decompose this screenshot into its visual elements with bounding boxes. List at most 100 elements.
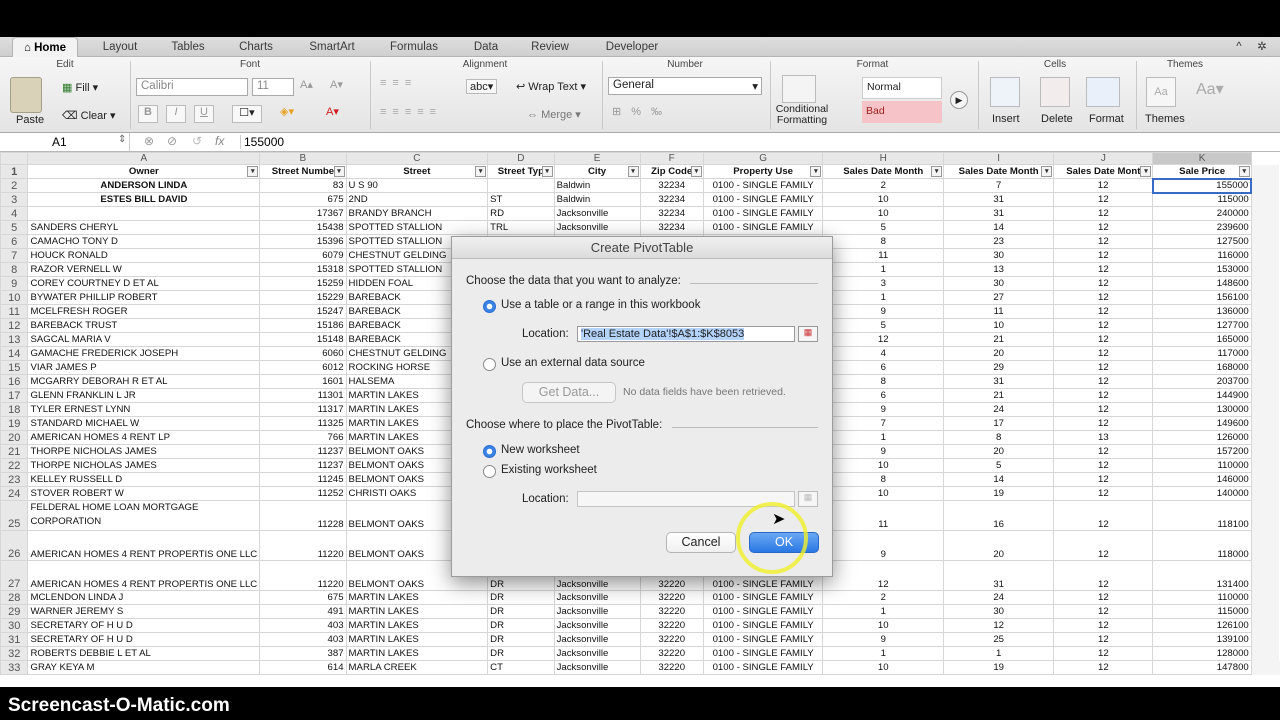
cell-sales-day[interactable]: 30 (943, 604, 1055, 619)
cell-street-type[interactable]: DR (487, 590, 555, 605)
cell-street[interactable]: MARTIN LAKES (345, 590, 489, 605)
play-arrow-icon[interactable]: ▶ (950, 91, 968, 109)
cell-sales-year[interactable]: 12 (1053, 332, 1154, 347)
cell-sales-year[interactable]: 12 (1053, 604, 1154, 619)
row-header[interactable]: 6 (0, 234, 29, 249)
cell-sales-month[interactable]: 2 (822, 590, 945, 605)
cell-sales-year[interactable]: 12 (1053, 530, 1154, 561)
cell-owner[interactable]: GAMACHE FREDERICK JOSEPH (27, 346, 261, 361)
filter-dropdown-icon[interactable]: ▾ (931, 166, 943, 177)
cell-property-use[interactable]: 0100 - SINGLE FAMILY (702, 192, 824, 207)
cell-street[interactable]: MARTIN LAKES (345, 646, 489, 661)
cell-sales-month[interactable]: 8 (822, 374, 945, 389)
cell-sales-day[interactable]: 29 (943, 360, 1055, 375)
cell-street[interactable]: 2ND (345, 192, 489, 207)
cell-owner[interactable] (27, 206, 261, 221)
cell-sales-year[interactable]: 12 (1053, 318, 1154, 333)
confirm-formula-icon[interactable]: ⊘ (167, 134, 177, 148)
cell-sales-day[interactable]: 25 (943, 632, 1055, 647)
cell-street-number[interactable]: 11301 (259, 388, 347, 403)
cell-sales-year[interactable]: 12 (1053, 590, 1154, 605)
cell-sales-day[interactable]: 24 (943, 402, 1055, 417)
row-header[interactable]: 4 (0, 206, 29, 221)
cell-street-number[interactable]: 15229 (259, 290, 347, 305)
row-header[interactable]: 21 (0, 444, 29, 459)
row-header[interactable]: 27 (0, 560, 29, 591)
italic-icon[interactable]: I (166, 105, 186, 123)
column-header[interactable]: H (822, 152, 945, 165)
wrap-text-button[interactable]: ↩ Wrap Text ▾ (516, 80, 586, 93)
cell-owner[interactable]: GLENN FRANKLIN L JR (27, 388, 261, 403)
cell-sale-price[interactable]: 157200 (1152, 444, 1252, 459)
vertical-scrollbar[interactable] (1251, 360, 1280, 375)
cell-owner[interactable]: AMERICAN HOMES 4 RENT PROPERTIS ONE LLC (27, 560, 261, 591)
vertical-scrollbar[interactable] (1251, 590, 1280, 605)
style-bad[interactable]: Bad (862, 101, 942, 123)
cancel-button[interactable]: Cancel (666, 532, 736, 553)
cell-street-type[interactable]: DR (487, 646, 555, 661)
tab-tables[interactable]: Tables (158, 37, 218, 57)
cell-sales-month[interactable]: 9 (822, 444, 945, 459)
cell-street[interactable]: SPOTTED STALLION (345, 220, 489, 235)
bold-icon[interactable]: B (138, 105, 158, 123)
cell-zip-code[interactable]: 32234 (639, 192, 704, 207)
cell-sales-month[interactable]: 11 (822, 500, 945, 531)
grow-font-icon[interactable]: A▴ (300, 78, 313, 91)
cell-sales-month[interactable]: 10 (822, 618, 945, 633)
column-header[interactable]: D (487, 152, 555, 165)
vertical-scrollbar[interactable] (1251, 486, 1280, 501)
row-header[interactable]: 14 (0, 346, 29, 361)
vertical-scrollbar[interactable] (1251, 276, 1280, 291)
filter-dropdown-icon[interactable]: ▾ (333, 166, 345, 177)
cell-street-number[interactable]: 15318 (259, 262, 347, 277)
cell-sales-year[interactable]: 12 (1053, 500, 1154, 531)
cell-street-number[interactable]: 11237 (259, 458, 347, 473)
cell-sales-year[interactable]: 12 (1053, 276, 1154, 291)
cell-street-number[interactable]: 15396 (259, 234, 347, 249)
cell-street-type[interactable]: CT (487, 660, 555, 675)
cell-street[interactable]: BRANDY BRANCH (345, 206, 489, 221)
cell-city[interactable]: Jacksonville (553, 220, 641, 235)
column-header[interactable]: I (943, 152, 1055, 165)
cell-owner[interactable]: COREY COURTNEY D ET AL (27, 276, 261, 291)
cell-owner[interactable]: STANDARD MICHAEL W (27, 416, 261, 431)
cell-street-number[interactable]: 11237 (259, 444, 347, 459)
header-cell[interactable]: Street Typ ▾ (487, 164, 555, 179)
filter-dropdown-icon[interactable]: ▾ (1140, 166, 1152, 177)
cell-street-number[interactable]: 675 (259, 590, 347, 605)
cell-street-number[interactable]: 1601 (259, 374, 347, 389)
cell-owner[interactable]: FELDERAL HOME LOAN MORTGAGE CORPORATION (27, 500, 261, 531)
cell-sales-day[interactable]: 21 (943, 388, 1055, 403)
cell-city[interactable]: Jacksonville (553, 590, 641, 605)
row-header[interactable]: 1 (0, 164, 29, 179)
cell-sale-price[interactable]: 146000 (1152, 472, 1252, 487)
cell-street-number[interactable]: 11228 (259, 500, 347, 531)
vertical-scrollbar[interactable] (1251, 346, 1280, 361)
cell-sales-day[interactable]: 13 (943, 262, 1055, 277)
cell-owner[interactable]: SANDERS CHERYL (27, 220, 261, 235)
insert-cells-icon[interactable] (990, 77, 1020, 107)
vertical-scrollbar[interactable] (1251, 304, 1280, 319)
row-header[interactable]: 29 (0, 604, 29, 619)
cell-street[interactable]: MARTIN LAKES (345, 604, 489, 619)
cell-owner[interactable]: WARNER JEREMY S (27, 604, 261, 619)
delete-button[interactable]: Delete (1041, 113, 1073, 125)
cell-sale-price[interactable]: 126100 (1152, 618, 1252, 633)
cell-owner[interactable]: CAMACHO TONY D (27, 234, 261, 249)
cell-street[interactable]: U S 90 (345, 178, 489, 193)
cell-sales-year[interactable]: 12 (1053, 660, 1154, 675)
cell-owner[interactable]: SECRETARY OF H U D (27, 632, 261, 647)
cell-sales-month[interactable]: 6 (822, 388, 945, 403)
filter-dropdown-icon[interactable]: ▾ (1238, 166, 1250, 177)
filter-dropdown-icon[interactable]: ▾ (541, 166, 553, 177)
vertical-scrollbar[interactable] (1251, 604, 1280, 619)
cell-sale-price[interactable]: 126000 (1152, 430, 1252, 445)
conditional-formatting-button[interactable]: Conditional Formatting (774, 104, 830, 126)
column-header[interactable]: C (345, 152, 489, 165)
cell-sales-month[interactable]: 9 (822, 304, 945, 319)
cell-sales-month[interactable]: 9 (822, 632, 945, 647)
vertical-scrollbar[interactable] (1251, 290, 1280, 305)
header-cell[interactable]: City ▾ (553, 164, 641, 179)
cell-sales-month[interactable]: 9 (822, 530, 945, 561)
vertical-scrollbar[interactable] (1251, 530, 1280, 561)
